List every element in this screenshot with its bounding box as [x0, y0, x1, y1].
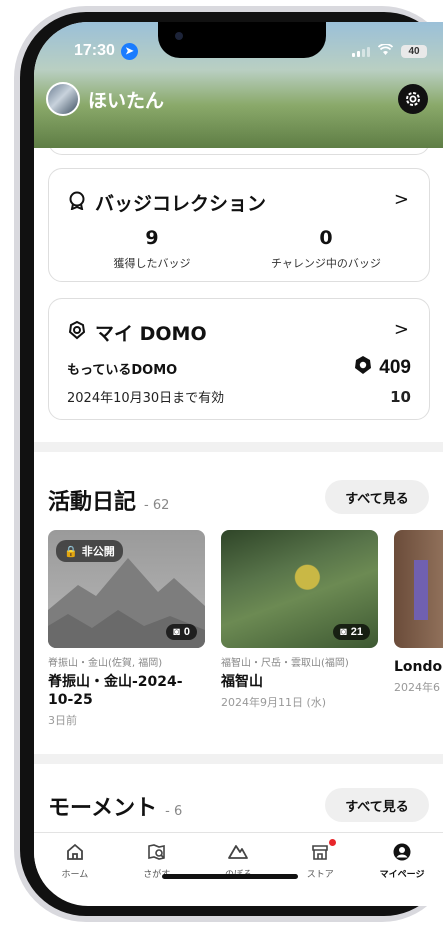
status-time: 17:30 ➤ — [74, 42, 138, 60]
earned-badges-stat: 9 獲得したバッジ — [113, 227, 191, 270]
tab-search[interactable]: さがす — [116, 833, 198, 889]
time-text: 17:30 — [74, 42, 115, 59]
battery-icon: 40 — [401, 45, 427, 58]
signal-icon — [352, 46, 370, 57]
tab-climb[interactable]: のぼる — [198, 833, 280, 889]
diary-date: 2024年6 — [394, 681, 440, 694]
diary-thumbnail[interactable]: 🔒 非公開 ◙ 0 — [48, 530, 205, 648]
diary-title: 福智山 — [221, 674, 263, 690]
moments-see-all-button[interactable]: すべて見る — [325, 788, 429, 822]
section-divider — [34, 754, 443, 764]
diary-date: 2024年9月11日 (水) — [221, 696, 327, 709]
dynamic-island — [158, 22, 326, 58]
photo-count-badge: ◙ 21 — [333, 624, 370, 640]
notification-dot — [329, 839, 337, 846]
lock-icon: 🔒 — [64, 544, 78, 558]
mountain-icon — [227, 841, 249, 863]
domo-coin-icon — [353, 355, 373, 381]
tab-mypage[interactable]: マイページ — [361, 833, 443, 889]
user-info[interactable]: ほいたん — [46, 82, 164, 116]
chevron-right-icon: > — [393, 189, 409, 210]
activity-diary-header: 活動日記 - 62 — [48, 490, 170, 515]
badge-collection-title: バッジコレクション — [67, 189, 266, 216]
photo-count-badge: ◙ 0 — [166, 624, 197, 640]
diary-card[interactable]: London-2024- 2024年6 — [394, 530, 443, 695]
banner-shape — [414, 560, 428, 620]
domo-expiry-row: 2024年10月30日まで有効 10 — [67, 387, 411, 407]
badge-icon — [67, 190, 87, 215]
diary-see-all-button[interactable]: すべて見る — [325, 480, 429, 514]
settings-gear-icon[interactable] — [398, 84, 428, 114]
my-domo-card[interactable]: マイ DOMO > もっているDOMO 409 2024年10月30日まで有効 … — [48, 298, 430, 420]
avatar[interactable] — [46, 82, 80, 116]
chevron-right-icon: > — [393, 319, 409, 340]
badge-collection-card[interactable]: バッジコレクション > 9 獲得したバッジ 0 チャレンジ中のバッジ — [48, 168, 430, 282]
diary-date: 3日前 — [48, 714, 77, 727]
domo-title: マイ DOMO — [67, 319, 207, 346]
section-divider — [34, 442, 443, 452]
domo-icon — [67, 320, 87, 345]
diary-card[interactable]: 🔒 非公開 ◙ 0 脊振山・金山(佐賀, 福岡) 脊振山・金山-2024-10-… — [48, 530, 205, 728]
status-icons: 40 — [352, 43, 427, 59]
wifi-icon — [377, 43, 394, 59]
tab-store[interactable]: ストア — [279, 833, 361, 889]
user-name: ほいたん — [88, 89, 165, 112]
diary-title: 脊振山・金山-2024-10-25 — [48, 674, 183, 708]
camera-icon: ◙ — [173, 626, 180, 638]
diary-thumbnail[interactable]: ◙ 21 — [221, 530, 378, 648]
home-icon — [65, 841, 85, 863]
camera-icon: ◙ — [340, 626, 347, 638]
moments-header: モーメント - 6 — [48, 796, 183, 821]
private-badge: 🔒 非公開 — [56, 540, 123, 562]
phone-frame: 17:30 ➤ 40 ほいたん バッジコレクション > 9 獲得したバッジ 0 … — [0, 0, 443, 926]
diary-location: 福智山・尺岳・雲取山(福岡) — [221, 658, 349, 669]
screen: 17:30 ➤ 40 ほいたん バッジコレクション > 9 獲得したバッジ 0 … — [34, 22, 443, 906]
domo-owned-row: もっているDOMO 409 — [67, 355, 411, 381]
diary-thumbnail[interactable] — [394, 530, 443, 648]
diary-title: London-2024- — [394, 659, 443, 675]
map-search-icon — [147, 841, 167, 863]
store-icon — [310, 839, 337, 863]
profile-icon — [392, 841, 412, 863]
tab-home[interactable]: ホーム — [34, 833, 116, 889]
challenging-badges-stat: 0 チャレンジ中のバッジ — [271, 227, 381, 270]
bottom-tab-bar: ホーム さがす のぼる ストア — [34, 832, 443, 889]
location-arrow-icon: ➤ — [120, 42, 138, 60]
camera-icon — [175, 32, 183, 40]
diary-location: 脊振山・金山(佐賀, 福岡) — [48, 658, 163, 669]
home-indicator — [162, 874, 298, 879]
domo-owned-count: 409 — [353, 355, 411, 381]
diary-card[interactable]: ◙ 21 福智山・尺岳・雲取山(福岡) 福智山 2024年9月11日 (水) — [221, 530, 378, 710]
